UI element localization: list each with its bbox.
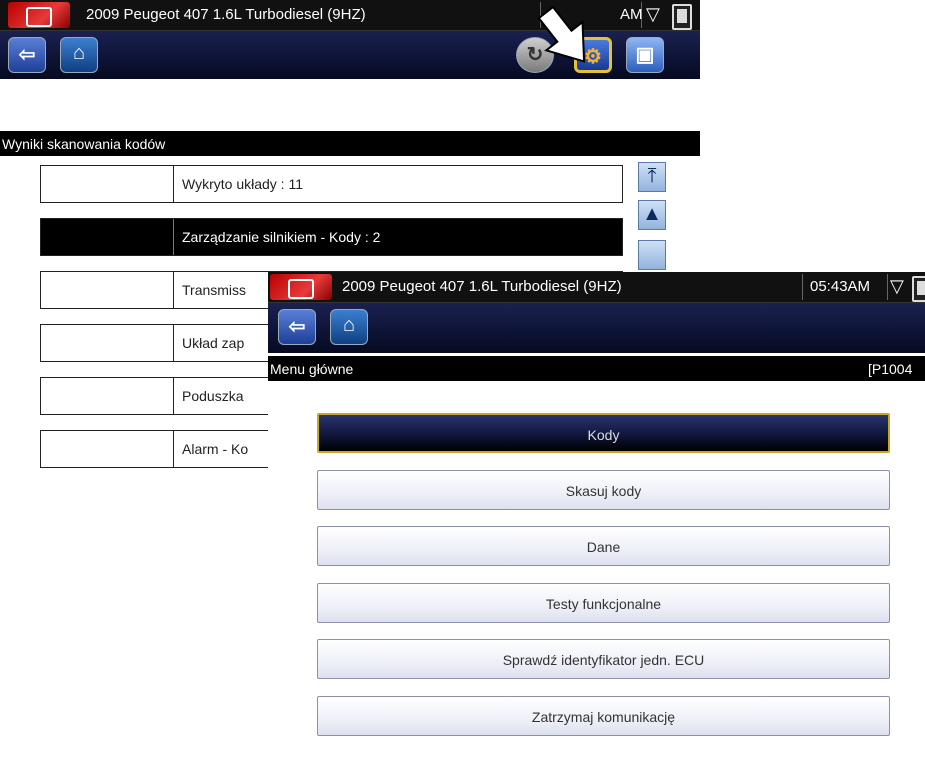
list-item-label: Alarm - Ko	[182, 441, 249, 457]
list-item-label: Wykryto układy : 11	[182, 176, 303, 192]
home-icon[interactable]: ⌂	[60, 37, 98, 73]
list-item-label: Transmiss	[182, 282, 247, 298]
page-title: Menu główne	[270, 361, 354, 377]
scroll-top-icon[interactable]: ⤒	[638, 162, 666, 192]
subtitle-bar: Wyniki skanowania kodów	[0, 131, 700, 156]
back-arrow-icon[interactable]: ⇦	[278, 309, 316, 345]
menu-item-label: Dane	[586, 539, 621, 555]
title-bar: 2009 Peugeot 407 1.6L Turbodiesel (9HZ) …	[268, 272, 925, 303]
menu-item-label: Skasuj kody	[565, 483, 642, 499]
save-icon[interactable]: ▣	[626, 37, 664, 73]
list-item-label: Zarządzanie silnikiem - Kody : 2	[182, 229, 381, 245]
vehicle-id-logo	[270, 274, 332, 300]
clock: AM	[620, 6, 643, 23]
battery-icon	[912, 276, 925, 302]
menu-item-testy-funkcjonalne[interactable]: Testy funkcjonalne	[317, 583, 890, 623]
menu-item-stop-communication[interactable]: Zatrzymaj komunikację	[317, 696, 890, 736]
vehicle-title: 2009 Peugeot 407 1.6L Turbodiesel (9HZ)	[86, 6, 366, 23]
page-title: Wyniki skanowania kodów	[2, 136, 166, 152]
clock: 05:43AM	[810, 278, 871, 295]
menu-item-label: Kody	[587, 427, 620, 443]
scroll-up-icon[interactable]: ▲	[638, 200, 666, 230]
wifi-icon: ▽	[890, 276, 904, 296]
home-icon[interactable]: ⌂	[330, 309, 368, 345]
list-item[interactable]: Wykryto układy : 11	[40, 165, 623, 203]
menu-item-dane[interactable]: Dane	[317, 526, 890, 566]
vehicle-title: 2009 Peugeot 407 1.6L Turbodiesel (9HZ)	[342, 278, 622, 295]
battery-icon	[672, 4, 692, 30]
list-item-label: Poduszka	[182, 388, 244, 404]
menu-item-kody[interactable]: Kody	[317, 413, 890, 453]
subtitle-bar: Menu główne [P1004	[268, 356, 925, 381]
list-item-selected[interactable]: Zarządzanie silnikiem - Kody : 2	[40, 218, 623, 256]
pointer-arrow-icon	[537, 5, 586, 63]
back-arrow-icon[interactable]: ⇦	[8, 37, 46, 73]
menu-item-skasuj-kody[interactable]: Skasuj kody	[317, 470, 890, 510]
menu-item-ecu-id[interactable]: Sprawdź identyfikator jedn. ECU	[317, 639, 890, 679]
main-menu-screen: 2009 Peugeot 407 1.6L Turbodiesel (9HZ) …	[268, 272, 925, 763]
wifi-icon: ▽	[646, 4, 660, 24]
menu-item-label: Sprawdź identyfikator jedn. ECU	[502, 652, 705, 668]
menu-item-label: Zatrzymaj komunikację	[531, 709, 676, 725]
scrollbar[interactable]	[638, 240, 666, 270]
vehicle-id-logo	[8, 2, 70, 28]
menu-item-label: Testy funkcjonalne	[545, 596, 662, 612]
list-item-label: Układ zap	[182, 335, 245, 351]
toolbar: ⇦ ⌂	[268, 303, 925, 353]
code-label: [P1004	[868, 361, 913, 377]
